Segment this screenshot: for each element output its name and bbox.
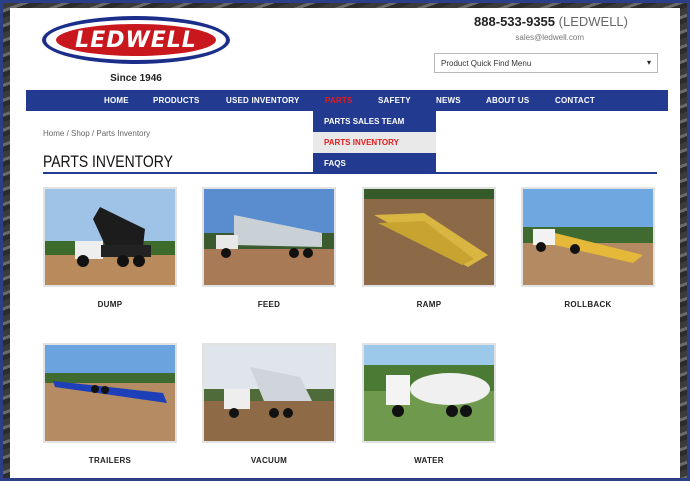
category-tile-ramp[interactable]: RAMP xyxy=(362,187,496,309)
category-tile-feed[interactable]: FEED xyxy=(202,187,336,309)
category-label[interactable]: VACUUM xyxy=(202,456,336,465)
category-label[interactable]: TRAILERS xyxy=(43,456,177,465)
feed-truck-image[interactable] xyxy=(202,187,336,287)
quick-find-value: Product Quick Find Menu xyxy=(441,59,532,68)
nav-item-contact[interactable]: CONTACT xyxy=(555,90,595,111)
main-nav: HOME PRODUCTS USED INVENTORY PARTS SAFET… xyxy=(26,90,668,111)
category-label[interactable]: WATER xyxy=(362,456,496,465)
category-tile-water[interactable]: WATER xyxy=(362,343,496,465)
phone-suffix: (LEDWELL) xyxy=(558,14,628,29)
since-text: Since 1946 xyxy=(110,73,162,84)
breadcrumb[interactable]: Home / Shop / Parts Inventory xyxy=(43,129,150,138)
logo[interactable]: LEDWELL Since 1946 xyxy=(42,16,230,86)
category-label[interactable]: RAMP xyxy=(362,300,496,309)
phone-digits: 888-533-9355 xyxy=(474,14,556,29)
category-tile-trailers[interactable]: TRAILERS xyxy=(43,343,177,465)
nav-item-safety[interactable]: SAFETY xyxy=(378,90,411,111)
dropdown-item-faqs[interactable]: FAQS xyxy=(313,153,436,174)
dropdown-arrow-icon: ▾ xyxy=(646,58,651,67)
nav-item-news[interactable]: NEWS xyxy=(436,90,461,111)
category-label[interactable]: ROLLBACK xyxy=(521,300,655,309)
logo-text: LEDWELL xyxy=(75,27,197,53)
category-label[interactable]: DUMP xyxy=(43,300,177,309)
nav-item-about-us[interactable]: ABOUT US xyxy=(486,90,529,111)
trailer-image[interactable] xyxy=(43,343,177,443)
product-quick-find-select[interactable]: Product Quick Find Menu ▾ xyxy=(434,53,658,73)
dropdown-item-parts-inventory[interactable]: PARTS INVENTORY xyxy=(313,132,436,153)
parts-dropdown-menu: PARTS SALES TEAM PARTS INVENTORY FAQS xyxy=(313,111,436,174)
water-truck-image[interactable] xyxy=(362,343,496,443)
dropdown-item-parts-sales-team[interactable]: PARTS SALES TEAM xyxy=(313,111,436,132)
page: LEDWELL Since 1946 888-533-9355 (LEDWELL… xyxy=(10,8,680,478)
title-divider xyxy=(43,172,657,174)
nav-item-parts[interactable]: PARTS xyxy=(325,90,353,111)
ramp-image[interactable] xyxy=(362,187,496,287)
nav-item-products[interactable]: PRODUCTS xyxy=(153,90,200,111)
category-tile-vacuum[interactable]: VACUUM xyxy=(202,343,336,465)
category-tile-dump[interactable]: DUMP xyxy=(43,187,177,309)
rollback-truck-image[interactable] xyxy=(521,187,655,287)
nav-item-used-inventory[interactable]: USED INVENTORY xyxy=(226,90,299,111)
category-label[interactable]: FEED xyxy=(202,300,336,309)
vacuum-truck-image[interactable] xyxy=(202,343,336,443)
page-title: PARTS INVENTORY xyxy=(43,152,173,171)
dump-truck-image[interactable] xyxy=(43,187,177,287)
email-link[interactable]: sales@ledwell.com xyxy=(515,33,584,42)
nav-item-home[interactable]: HOME xyxy=(104,90,129,111)
phone-number[interactable]: 888-533-9355 (LEDWELL) xyxy=(474,14,628,29)
logo-inner: LEDWELL xyxy=(56,24,216,56)
category-tile-rollback[interactable]: ROLLBACK xyxy=(521,187,655,309)
